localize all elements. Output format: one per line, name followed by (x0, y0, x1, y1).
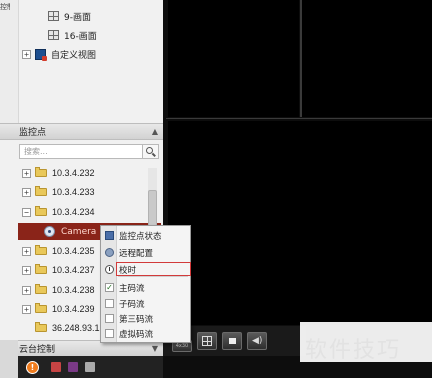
expand-icon[interactable]: + (22, 285, 31, 295)
watermark-text: 软件技巧 (305, 338, 402, 363)
layout-button[interactable] (197, 332, 217, 350)
collapse-arrow-icon[interactable]: ▲ (152, 127, 158, 136)
menu-item-label: 虚拟码流 (119, 329, 154, 340)
alert-icon[interactable]: ! (26, 361, 39, 374)
view-item-9[interactable]: 9-画面 (48, 8, 91, 24)
custom-view-item[interactable]: + 自定义视图 (22, 46, 96, 62)
left-edge-panel (0, 340, 18, 378)
highlight-annotation (116, 262, 191, 276)
menu-item-label: 监控点状态 (119, 231, 162, 242)
sound-button[interactable]: ◀) (247, 332, 267, 350)
menu-item-virtual-stream[interactable]: 虚拟码流 (101, 326, 190, 341)
menu-separator (118, 276, 188, 277)
menu-item-label: 主码流 (119, 283, 145, 294)
view-item-label: 16-画面 (64, 31, 97, 42)
tree-node[interactable]: + 10.3.4.238 (22, 282, 95, 298)
tree-node-label: 10.3.4.233 (52, 187, 95, 197)
speaker-icon: ◀) (252, 336, 263, 346)
section-title: 云台控制 (19, 345, 56, 355)
tree-node[interactable]: 36.248.93.12 (35, 320, 105, 336)
search-input[interactable]: 搜索... (19, 144, 143, 159)
grid-layout-icon (202, 336, 212, 346)
tree-node-label: 36.248.93.12 (52, 323, 105, 333)
checkbox[interactable] (105, 329, 114, 338)
custom-view-label: 自定义视图 (51, 50, 97, 61)
folder-icon (35, 264, 47, 274)
cell-divider (166, 118, 432, 119)
folder-icon (35, 245, 47, 255)
expand-icon[interactable]: + (22, 168, 31, 178)
cut-off-label: 控制 (0, 3, 10, 11)
expand-icon[interactable]: + (22, 187, 31, 197)
tree-node-label: 10.3.4.234 (52, 207, 95, 217)
checkbox[interactable] (105, 299, 114, 308)
config-icon (105, 248, 114, 257)
folder-icon (35, 186, 47, 196)
tree-node-label: 10.3.4.238 (52, 285, 95, 295)
status-icon (105, 231, 114, 240)
clock-icon (105, 265, 114, 274)
stop-icon (229, 338, 236, 344)
monitor-section-header[interactable]: 监控点 ▲ (0, 123, 163, 140)
tree-node[interactable]: + 10.3.4.232 (22, 165, 95, 181)
video-cell[interactable] (302, 0, 432, 117)
checkbox[interactable] (105, 314, 114, 323)
tree-node[interactable]: − 10.3.4.234 (22, 204, 95, 220)
menu-item-label: 远程配置 (119, 248, 154, 259)
menu-item-monitor-status[interactable]: 监控点状态 (101, 228, 190, 243)
expand-icon[interactable]: + (22, 246, 31, 256)
video-cell[interactable] (168, 121, 432, 325)
folder-icon (35, 206, 47, 216)
grid-layout-icon (48, 30, 59, 40)
user-icon[interactable] (51, 362, 61, 372)
folder-icon (35, 322, 47, 332)
tree-node[interactable]: + 10.3.4.237 (22, 262, 95, 278)
menu-item-remote-config[interactable]: 远程配置 (101, 245, 190, 260)
video-cell[interactable] (168, 0, 299, 117)
tree-node[interactable]: + 10.3.4.233 (22, 184, 95, 200)
view-item-16[interactable]: 16-画面 (48, 27, 97, 43)
grid-layout-icon (48, 11, 59, 21)
settings-icon[interactable] (85, 362, 95, 372)
tree-node[interactable]: + 10.3.4.235 (22, 243, 95, 259)
menu-item-sub-stream[interactable]: 子码流 (101, 296, 190, 311)
view-item-label: 9-画面 (64, 12, 91, 23)
tree-node[interactable]: + 10.3.4.239 (22, 301, 95, 317)
checkbox-checked[interactable]: ✓ (105, 283, 114, 292)
collapse-icon[interactable]: − (22, 207, 31, 217)
menu-item-label: 第三码流 (119, 314, 154, 325)
divider (18, 0, 19, 123)
folder-icon (35, 303, 47, 313)
folder-icon (35, 167, 47, 177)
expand-icon[interactable]: + (22, 265, 31, 275)
camera-icon (44, 226, 55, 237)
tree-node-label: 10.3.4.239 (52, 304, 95, 314)
cell-divider (300, 0, 302, 117)
expand-icon[interactable]: + (22, 304, 31, 314)
left-edge-panel (0, 0, 18, 123)
expand-arrow-icon[interactable]: ▼ (152, 344, 158, 353)
tree-node-label: 10.3.4.235 (52, 246, 95, 256)
media-icon[interactable] (68, 362, 78, 372)
custom-view-icon (35, 48, 47, 61)
menu-item-main-stream[interactable]: ✓ 主码流 (101, 280, 190, 295)
tree-node-label: 10.3.4.232 (52, 168, 95, 178)
menu-item-label: 子码流 (119, 299, 145, 310)
search-button[interactable] (143, 144, 159, 159)
expand-icon[interactable]: + (22, 49, 31, 59)
stop-all-button[interactable] (222, 332, 242, 350)
section-title: 监控点 (19, 128, 47, 138)
camera-label: Camera 1 (61, 226, 105, 237)
tree-node-label: 10.3.4.237 (52, 265, 95, 275)
folder-icon (35, 284, 47, 294)
menu-item-third-stream[interactable]: 第三码流 (101, 311, 190, 326)
